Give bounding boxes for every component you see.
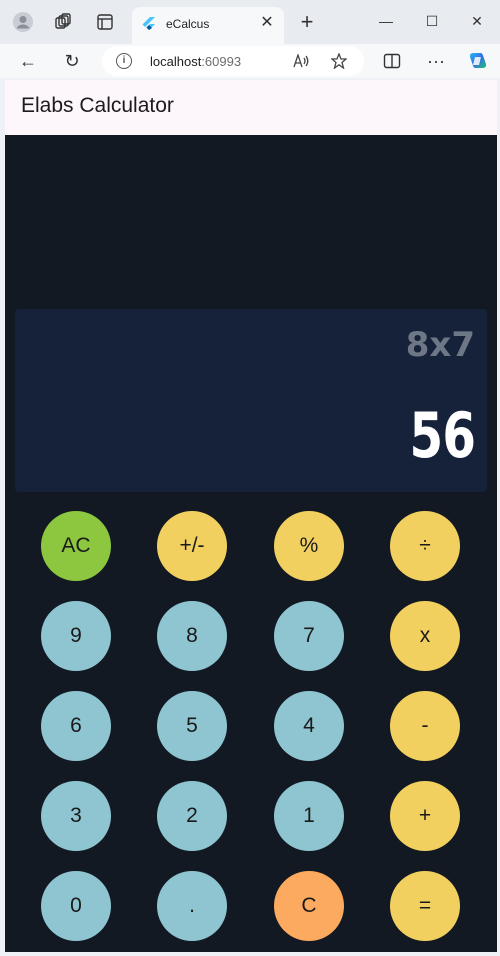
subtract-button[interactable]: - (390, 691, 460, 761)
digit-4-button[interactable]: 4 (274, 691, 344, 761)
browser-tab-strip: eCalcus ✕ + — ☐ ✕ (0, 0, 500, 44)
copilot-icon[interactable] (466, 49, 490, 73)
close-window-button[interactable]: ✕ (466, 10, 488, 32)
percent-button[interactable]: % (274, 511, 344, 581)
calculator-display: 8x7 56 (15, 309, 487, 492)
calculator-app: Elabs Calculator 8x7 56 AC +/-% ÷ 9 8 7 x 6 5 4- 3… (5, 80, 497, 952)
new-tab-button[interactable]: + (296, 11, 318, 33)
more-menu-button[interactable]: ··· (424, 49, 448, 73)
favorite-star-icon[interactable] (330, 52, 348, 70)
divide-button[interactable]: ÷ (390, 511, 460, 581)
tab-actions-icon[interactable] (94, 11, 116, 33)
maximize-button[interactable]: ☐ (421, 10, 443, 32)
expression-text: 8x7 (405, 325, 475, 365)
all-clear-button[interactable]: AC (41, 511, 111, 581)
digit-5-button[interactable]: 5 (157, 691, 227, 761)
profile-icon[interactable] (12, 11, 34, 33)
digit-3-button[interactable]: 3 (41, 781, 111, 851)
workspaces-icon[interactable] (52, 11, 74, 33)
multiply-button[interactable]: x (390, 601, 460, 671)
tab-close-icon[interactable]: ✕ (258, 14, 276, 32)
read-aloud-icon[interactable] (292, 52, 310, 70)
back-button[interactable]: ← (16, 49, 40, 73)
add-button[interactable]: + (390, 781, 460, 851)
toggle-sign-button[interactable]: +/- (157, 511, 227, 581)
flutter-icon (142, 17, 156, 33)
tab-ecalcus[interactable]: eCalcus ✕ (132, 7, 284, 44)
equals-button[interactable]: = (390, 871, 460, 941)
digit-8-button[interactable]: 8 (157, 601, 227, 671)
site-info-icon[interactable]: i (116, 53, 132, 69)
decimal-button[interactable]: . (157, 871, 227, 941)
url-text[interactable]: localhost:60993 (150, 54, 241, 69)
result-text: 56 (409, 399, 476, 472)
digit-6-button[interactable]: 6 (41, 691, 111, 761)
minimize-button[interactable]: — (375, 10, 397, 32)
app-bar: Elabs Calculator (5, 80, 497, 135)
address-bar[interactable]: i localhost:60993 (102, 46, 364, 76)
browser-toolbar: ← ↻ i localhost:60993 ··· (0, 44, 500, 78)
digit-9-button[interactable]: 9 (41, 601, 111, 671)
clear-button[interactable]: C (274, 871, 344, 941)
digit-1-button[interactable]: 1 (274, 781, 344, 851)
digit-7-button[interactable]: 7 (274, 601, 344, 671)
tab-title: eCalcus (166, 17, 210, 31)
split-screen-icon[interactable] (380, 49, 404, 73)
app-title: Elabs Calculator (21, 94, 174, 117)
refresh-button[interactable]: ↻ (60, 49, 84, 73)
digit-2-button[interactable]: 2 (157, 781, 227, 851)
digit-0-button[interactable]: 0 (41, 871, 111, 941)
